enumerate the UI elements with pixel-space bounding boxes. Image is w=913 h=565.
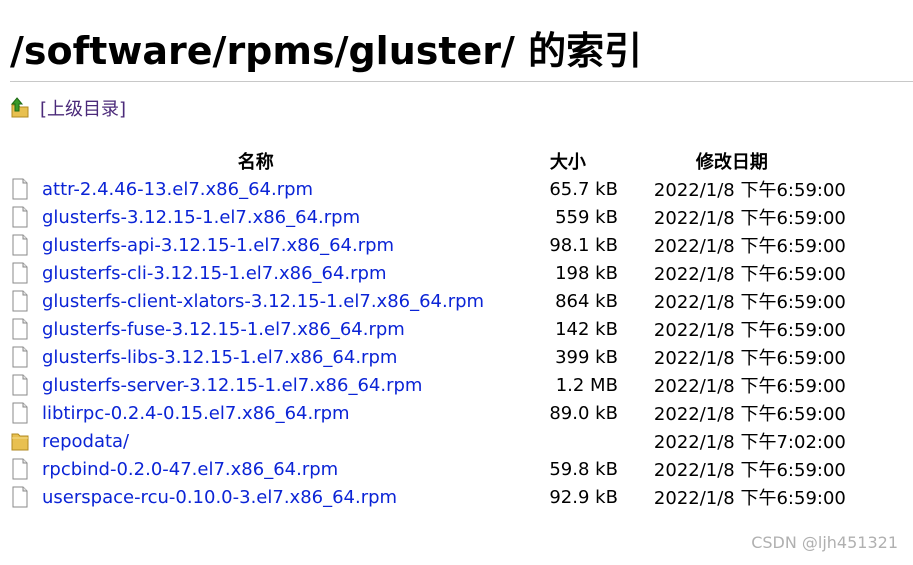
date-cell: 2022/1/8 下午6:59:00 <box>653 348 846 369</box>
column-header-name[interactable]: 名称 <box>10 147 501 175</box>
date-cell: 2022/1/8 下午6:59:00 <box>653 460 846 481</box>
table-row: libtirpc-0.2.4-0.15.el7.x86_64.rpm 89.0 k… <box>10 399 913 427</box>
name-cell: glusterfs-cli-3.12.15-1.el7.x86_64.rpm <box>10 259 501 287</box>
table-row: repodata/2022/1/8 下午7:02:00 <box>10 427 913 455</box>
table-row: glusterfs-server-3.12.15-1.el7.x86_64.rp… <box>10 371 913 399</box>
file-icon[interactable] <box>10 234 30 256</box>
date-cell: 2022/1/8 下午7:02:00 <box>653 432 846 453</box>
table-row: glusterfs-fuse-3.12.15-1.el7.x86_64.rpm 1… <box>10 315 913 343</box>
file-link[interactable]: userspace-rcu-0.10.0-3.el7.x86_64.rpm <box>42 487 397 508</box>
file-link[interactable]: glusterfs-api-3.12.15-1.el7.x86_64.rpm <box>42 235 394 256</box>
file-link[interactable]: glusterfs-fuse-3.12.15-1.el7.x86_64.rpm <box>42 319 405 340</box>
table-row: userspace-rcu-0.10.0-3.el7.x86_64.rpm 92.… <box>10 483 913 511</box>
file-icon[interactable] <box>10 206 30 228</box>
file-icon[interactable] <box>10 402 30 424</box>
file-icon[interactable] <box>10 262 30 284</box>
size-cell: 399 kB <box>555 346 618 368</box>
page-title: /software/rpms/gluster/ 的索引 <box>10 29 643 73</box>
column-header-size[interactable]: 大小 <box>501 147 617 175</box>
date-cell: 2022/1/8 下午6:59:00 <box>653 236 846 257</box>
size-cell: 864 kB <box>555 290 618 312</box>
size-cell: 142 kB <box>555 318 618 340</box>
up-folder-icon[interactable] <box>10 97 30 119</box>
file-icon[interactable] <box>10 318 30 340</box>
name-cell: glusterfs-fuse-3.12.15-1.el7.x86_64.rpm <box>10 315 501 343</box>
name-cell: rpcbind-0.2.0-47.el7.x86_64.rpm <box>10 455 501 483</box>
name-cell: glusterfs-server-3.12.15-1.el7.x86_64.rp… <box>10 371 501 399</box>
table-row: glusterfs-api-3.12.15-1.el7.x86_64.rpm 98… <box>10 231 913 259</box>
file-link[interactable]: rpcbind-0.2.0-47.el7.x86_64.rpm <box>42 459 338 480</box>
table-header-row: 名称 大小 修改日期 <box>10 147 913 175</box>
file-link[interactable]: glusterfs-libs-3.12.15-1.el7.x86_64.rpm <box>42 347 397 368</box>
size-cell: 92.9 kB <box>549 486 618 508</box>
size-cell: 59.8 kB <box>549 458 618 480</box>
file-icon[interactable] <box>10 486 30 508</box>
name-cell: userspace-rcu-0.10.0-3.el7.x86_64.rpm <box>10 483 501 511</box>
table-row: glusterfs-libs-3.12.15-1.el7.x86_64.rpm 3… <box>10 343 913 371</box>
watermark: CSDN @ljh451321 <box>751 533 898 552</box>
name-cell: libtirpc-0.2.4-0.15.el7.x86_64.rpm <box>10 399 501 427</box>
table-row: glusterfs-cli-3.12.15-1.el7.x86_64.rpm 19… <box>10 259 913 287</box>
file-icon[interactable] <box>10 290 30 312</box>
file-link[interactable]: glusterfs-server-3.12.15-1.el7.x86_64.rp… <box>42 375 422 396</box>
file-link[interactable]: attr-2.4.46-13.el7.x86_64.rpm <box>42 179 313 200</box>
size-cell: 65.7 kB <box>549 178 618 200</box>
date-cell: 2022/1/8 下午6:59:00 <box>653 404 846 425</box>
file-link[interactable]: glusterfs-3.12.15-1.el7.x86_64.rpm <box>42 207 360 228</box>
parent-directory-row: [上级目录] <box>10 95 126 121</box>
table-row: glusterfs-3.12.15-1.el7.x86_64.rpm 559 kB… <box>10 203 913 231</box>
file-icon[interactable] <box>10 178 30 200</box>
date-cell: 2022/1/8 下午6:59:00 <box>653 180 846 201</box>
size-cell: 559 kB <box>555 206 618 228</box>
table-row: attr-2.4.46-13.el7.x86_64.rpm 65.7 kB 2022… <box>10 175 913 203</box>
date-cell: 2022/1/8 下午6:59:00 <box>653 264 846 285</box>
file-icon[interactable] <box>10 458 30 480</box>
file-link[interactable]: repodata/ <box>42 431 129 452</box>
table-row: glusterfs-client-xlators-3.12.15-1.el7.x… <box>10 287 913 315</box>
size-cell: 198 kB <box>555 262 618 284</box>
size-cell: 98.1 kB <box>549 234 618 256</box>
file-link[interactable]: glusterfs-client-xlators-3.12.15-1.el7.x… <box>42 291 484 312</box>
date-cell: 2022/1/8 下午6:59:00 <box>653 320 846 341</box>
date-cell: 2022/1/8 下午6:59:00 <box>653 376 846 397</box>
parent-directory-link[interactable]: [上级目录] <box>40 95 126 121</box>
table-row: rpcbind-0.2.0-47.el7.x86_64.rpm 59.8 kB 20… <box>10 455 913 483</box>
date-cell: 2022/1/8 下午6:59:00 <box>653 208 846 229</box>
file-icon[interactable] <box>10 374 30 396</box>
date-cell: 2022/1/8 下午6:59:00 <box>653 488 846 509</box>
file-listing-table: 名称 大小 修改日期 attr-2.4.46-13.el7.x86_64.rpm… <box>10 147 913 511</box>
name-cell: glusterfs-api-3.12.15-1.el7.x86_64.rpm <box>10 231 501 259</box>
name-cell: glusterfs-client-xlators-3.12.15-1.el7.x… <box>10 287 501 315</box>
name-cell: glusterfs-libs-3.12.15-1.el7.x86_64.rpm <box>10 343 501 371</box>
file-link[interactable]: libtirpc-0.2.4-0.15.el7.x86_64.rpm <box>42 403 350 424</box>
size-cell: 89.0 kB <box>549 402 618 424</box>
name-cell: attr-2.4.46-13.el7.x86_64.rpm <box>10 175 501 203</box>
name-cell: glusterfs-3.12.15-1.el7.x86_64.rpm <box>10 203 501 231</box>
name-cell: repodata/ <box>10 427 501 455</box>
size-cell: 1.2 MB <box>555 374 618 396</box>
size-cell <box>501 427 617 455</box>
folder-icon[interactable] <box>10 430 30 452</box>
file-link[interactable]: glusterfs-cli-3.12.15-1.el7.x86_64.rpm <box>42 263 387 284</box>
date-cell: 2022/1/8 下午6:59:00 <box>653 292 846 313</box>
divider <box>10 81 913 82</box>
column-header-date[interactable]: 修改日期 <box>618 147 913 175</box>
file-icon[interactable] <box>10 346 30 368</box>
